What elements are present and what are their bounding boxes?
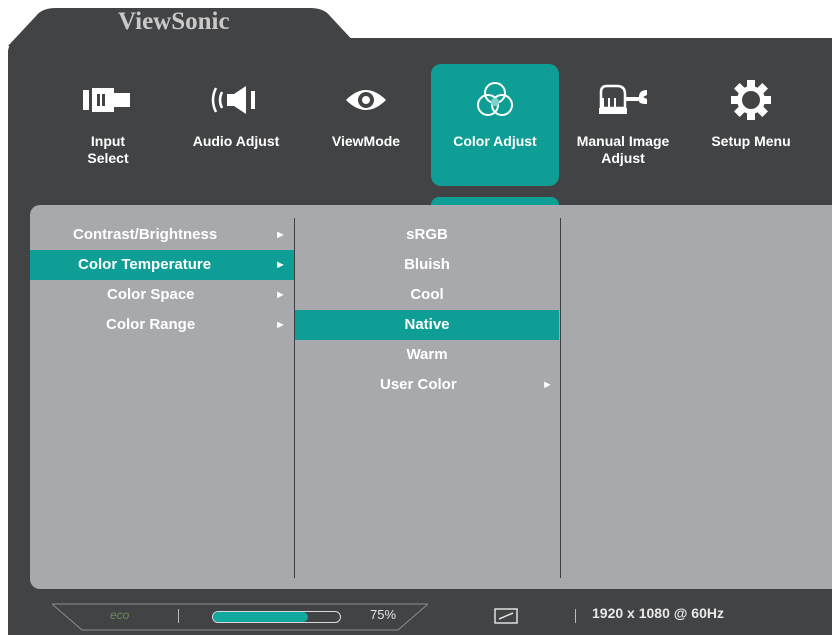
column-divider [560, 218, 561, 578]
menu-manual-image-adjust[interactable]: Manual Image Adjust [559, 64, 687, 186]
arrow-right-icon: ► [542, 379, 553, 391]
menu-color-adjust[interactable]: Color Adjust [431, 64, 559, 186]
eye-icon [346, 90, 386, 110]
menu-label: Input Select [87, 133, 129, 166]
submenu-item-contrast-brightness[interactable]: Contrast/Brightness ► [30, 220, 294, 250]
menu-label: Setup Menu [711, 133, 791, 149]
arrow-right-icon: ► [275, 319, 286, 331]
audio-speaker-icon [211, 86, 255, 114]
option-cool[interactable]: Cool [295, 280, 559, 310]
menu-label: Manual Image Adjust [576, 133, 670, 166]
menu-label: Audio Adjust [192, 133, 280, 149]
input-select-icon [83, 88, 130, 112]
status-separator [178, 609, 179, 623]
menu-viewmode[interactable]: ViewMode [302, 64, 430, 186]
gear-icon [731, 80, 771, 120]
menu-audio-adjust[interactable]: Audio Adjust [172, 64, 300, 186]
hand-wrench-icon [599, 84, 647, 114]
brand-logo: ViewSonic [118, 8, 230, 35]
option-srgb[interactable]: sRGB [295, 220, 559, 250]
submenu-item-color-range[interactable]: Color Range ► [30, 310, 294, 340]
submenu-item-color-space[interactable]: Color Space ► [30, 280, 294, 310]
menu-setup[interactable]: Setup Menu [687, 64, 815, 186]
brightness-bar [212, 611, 341, 623]
option-user-color[interactable]: User Color ► [295, 370, 559, 400]
option-warm[interactable]: Warm [295, 340, 559, 370]
brightness-percent: 75% [370, 607, 397, 622]
menu-label: Color Adjust [453, 133, 537, 149]
arrow-right-icon: ► [275, 259, 286, 271]
status-separator [575, 609, 576, 623]
brightness-bar-fill [213, 612, 309, 622]
eco-mode-icon: eco [110, 608, 130, 622]
arrow-right-icon: ► [275, 289, 286, 301]
menu-label: ViewMode [331, 133, 401, 149]
resolution-text: 1920 x 1080 @ 60Hz [592, 605, 724, 621]
aspect-ratio-icon [494, 608, 518, 624]
option-bluish[interactable]: Bluish [295, 250, 559, 280]
menu-input-select[interactable]: Input Select [44, 64, 172, 186]
option-native[interactable]: Native [295, 310, 559, 340]
arrow-right-icon: ► [275, 229, 286, 241]
submenu-item-color-temperature[interactable]: Color Temperature ► [30, 250, 294, 280]
color-circles-icon [477, 82, 513, 116]
